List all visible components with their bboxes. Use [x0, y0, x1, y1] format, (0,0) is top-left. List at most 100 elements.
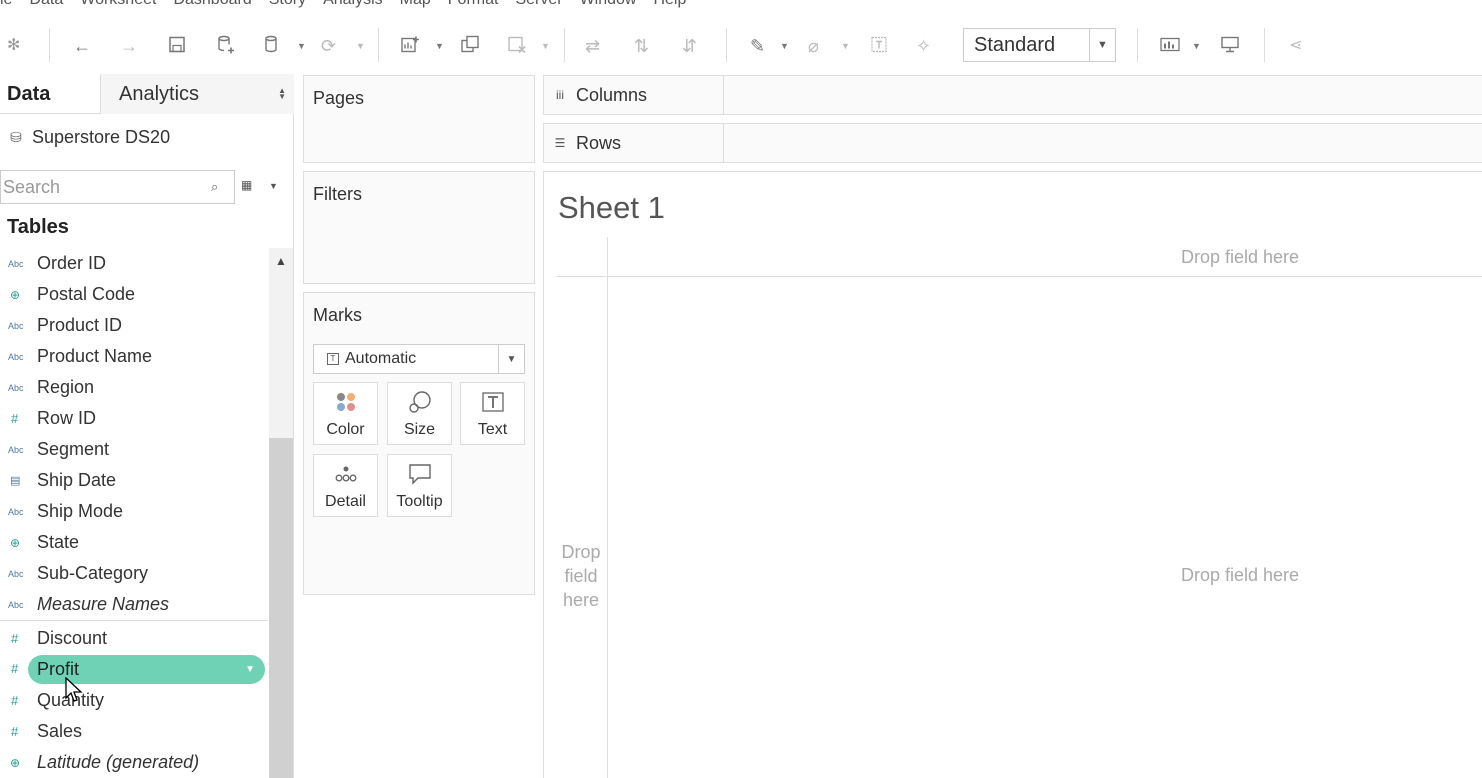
field-ship-mode[interactable]: Abc Ship Mode	[0, 496, 268, 527]
field-region[interactable]: Abc Region	[0, 372, 268, 403]
columns-shelf[interactable]: iii Columns	[543, 75, 1482, 115]
search-icon[interactable]: ⌕	[211, 179, 218, 195]
drop-field-center-zone[interactable]: Drop field here	[1181, 565, 1299, 586]
redo-icon[interactable]: →	[120, 37, 138, 55]
tableau-logo-icon[interactable]: ✻	[7, 38, 20, 54]
share-icon[interactable]: ⋖	[1289, 38, 1302, 54]
field-segment[interactable]: Abc Segment	[0, 434, 268, 465]
new-worksheet-icon[interactable]	[400, 35, 420, 58]
field-label: Product Name	[37, 346, 153, 366]
field-latitude-generated[interactable]: ⊕ Latitude (generated)	[0, 747, 268, 778]
sort-descending-icon[interactable]: ⇵	[682, 37, 697, 55]
mark-type-dropdown[interactable]: T Automatic ▼	[313, 344, 525, 374]
menu-analysis[interactable]: Analysis	[323, 0, 383, 11]
globe-icon: ⊕	[10, 535, 21, 550]
new-data-source-icon[interactable]	[216, 35, 236, 58]
refresh-dropdown[interactable]: ▼	[356, 41, 365, 51]
pause-data-icon[interactable]	[262, 35, 282, 58]
field-product-id[interactable]: Abc Product ID	[0, 310, 268, 341]
tooltip-label: Tooltip	[396, 493, 443, 510]
rows-shelf[interactable]: ☰ Rows	[543, 123, 1482, 163]
search-field[interactable]: ⌕	[0, 170, 235, 204]
view-list-icon[interactable]: ▦	[241, 178, 252, 192]
scrollbar-thumb[interactable]	[269, 438, 293, 778]
sort-toggle-icon[interactable]: ▲ ▼	[278, 87, 286, 101]
menu-worksheet[interactable]: Worksheet	[80, 0, 156, 11]
toolbar-separator	[726, 28, 727, 62]
drop-text-line: field	[564, 566, 598, 586]
view-options-dropdown[interactable]: ▼	[269, 181, 278, 191]
field-label: Segment	[37, 439, 110, 459]
duplicate-sheet-icon[interactable]	[460, 35, 480, 58]
filters-card[interactable]: Filters	[303, 171, 535, 284]
detail-button[interactable]: Detail	[313, 454, 378, 517]
field-ship-date[interactable]: ▤ Ship Date	[0, 465, 268, 496]
tab-data[interactable]: Data	[0, 74, 100, 114]
menu-dashboard[interactable]: Dashboard	[173, 0, 251, 11]
drop-field-rows-zone[interactable]: Drop field here	[556, 540, 606, 612]
text-icon	[461, 383, 524, 421]
field-label: State	[37, 532, 80, 552]
sheet-title[interactable]: Sheet 1	[558, 190, 665, 226]
menu-window[interactable]: Window	[580, 0, 637, 11]
pin-axes-icon[interactable]: ✧	[916, 37, 931, 55]
rows-shelf-label: ☰ Rows	[544, 124, 724, 162]
field-label: Discount	[37, 628, 108, 648]
field-sales[interactable]: # Sales	[0, 716, 268, 747]
field-label: Region	[37, 377, 95, 397]
tab-analytics[interactable]: Analytics ▲ ▼	[100, 74, 294, 114]
menu-server[interactable]: Server	[515, 0, 562, 11]
field-product-name[interactable]: Abc Product Name	[0, 341, 268, 372]
field-postal-code[interactable]: ⊕ Postal Code	[0, 279, 268, 310]
new-worksheet-dropdown[interactable]: ▼	[435, 41, 444, 51]
highlight-icon[interactable]: ✎	[750, 37, 765, 55]
group-members-icon[interactable]: ⌀	[808, 37, 819, 55]
show-mark-labels-icon[interactable]	[870, 36, 888, 57]
pages-card[interactable]: Pages	[303, 75, 535, 163]
group-dropdown[interactable]: ▼	[841, 41, 850, 51]
highlight-dropdown[interactable]: ▼	[780, 41, 789, 51]
drop-field-columns-zone[interactable]: Drop field here	[1181, 247, 1299, 268]
clear-sheet-dropdown[interactable]: ▼	[541, 41, 550, 51]
field-discount[interactable]: # Discount	[0, 623, 268, 654]
menu-format[interactable]: Format	[448, 0, 499, 11]
field-measure-names[interactable]: Abc Measure Names	[0, 589, 268, 620]
search-input[interactable]	[1, 172, 211, 202]
drop-text-line: Drop	[561, 542, 601, 562]
presentation-mode-icon[interactable]	[1220, 36, 1240, 57]
marks-card: Marks T Automatic ▼ Color Size Text Deta…	[303, 292, 535, 595]
field-order-id[interactable]: Abc Order ID	[0, 248, 268, 279]
show-me-dropdown[interactable]: ▼	[1192, 41, 1201, 51]
field-label: Row ID	[37, 408, 97, 428]
field-quantity[interactable]: # Quantity	[0, 685, 268, 716]
pause-data-dropdown[interactable]: ▼	[297, 41, 306, 51]
fields-scrollbar[interactable]: ▲	[269, 248, 293, 778]
show-me-icon[interactable]	[1160, 36, 1180, 57]
color-button[interactable]: Color	[313, 382, 378, 445]
number-type-icon: #	[11, 411, 19, 426]
undo-icon[interactable]: ←	[73, 37, 91, 55]
scroll-up-icon[interactable]: ▲	[269, 254, 293, 268]
text-button[interactable]: Text	[460, 382, 525, 445]
menu-map[interactable]: Map	[400, 0, 431, 11]
refresh-icon[interactable]: ⟳	[321, 37, 336, 55]
datasource-item[interactable]: ⛁ Superstore DS20	[0, 120, 294, 154]
menu-data[interactable]: Data	[29, 0, 63, 11]
viz-canvas[interactable]: Sheet 1 Drop field here Drop field here …	[543, 171, 1482, 778]
menu-help[interactable]: Help	[653, 0, 686, 11]
field-sub-category[interactable]: Abc Sub-Category	[0, 558, 268, 589]
save-icon[interactable]	[168, 36, 186, 57]
swap-rows-columns-icon[interactable]: ⇄	[585, 37, 600, 55]
sort-ascending-icon[interactable]: ⇅	[634, 37, 649, 55]
fit-dropdown[interactable]: Standard ▼	[963, 28, 1116, 62]
field-state[interactable]: ⊕ State	[0, 527, 268, 558]
menu-file[interactable]: le	[0, 0, 12, 11]
size-button[interactable]: Size	[387, 382, 452, 445]
chevron-down-icon[interactable]: ▼	[245, 664, 255, 675]
color-icon	[314, 383, 377, 421]
toolbar-separator	[378, 28, 379, 62]
tooltip-button[interactable]: Tooltip	[387, 454, 452, 517]
menu-story[interactable]: Story	[269, 0, 306, 11]
clear-sheet-icon[interactable]	[507, 35, 527, 58]
field-row-id[interactable]: # Row ID	[0, 403, 268, 434]
